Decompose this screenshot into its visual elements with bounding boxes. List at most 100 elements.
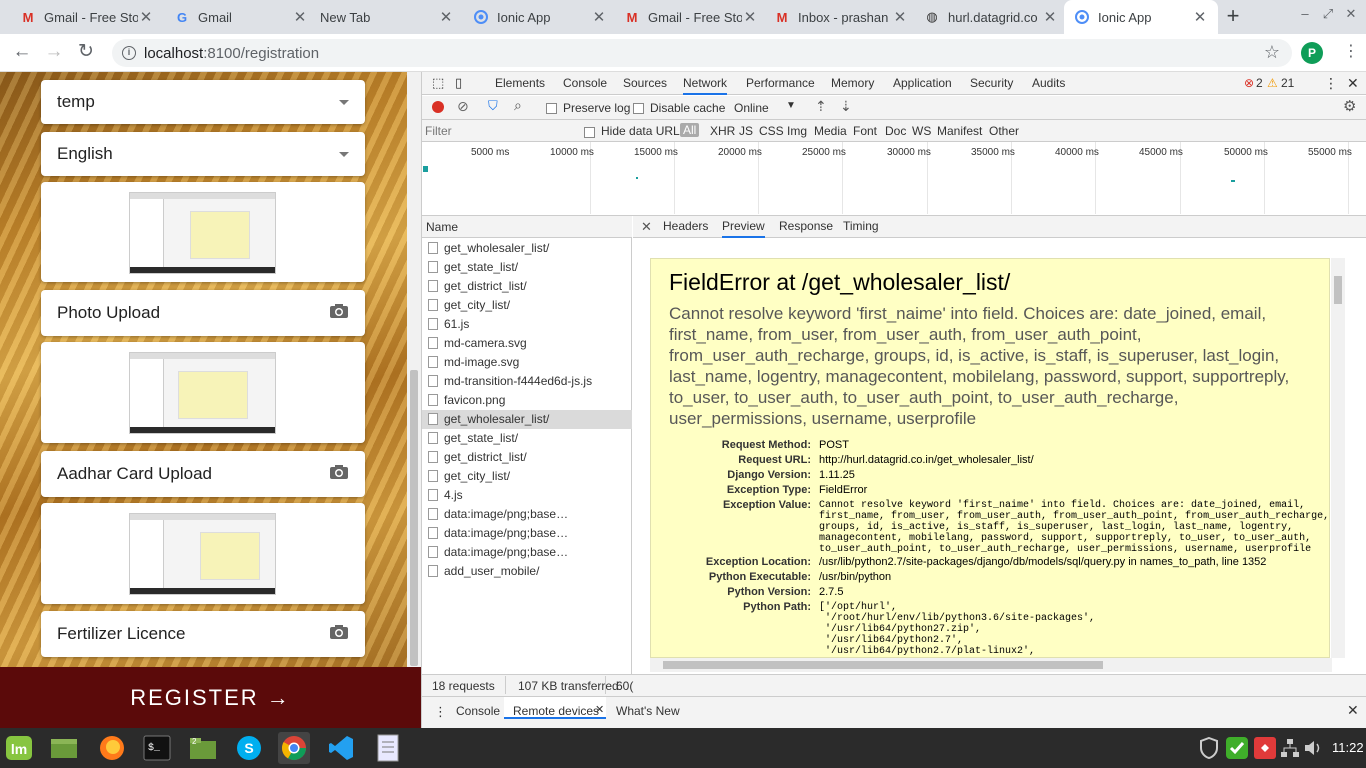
request-row[interactable]: md-camera.svg: [422, 334, 632, 353]
close-icon[interactable]: ✕: [1042, 8, 1058, 26]
close-icon[interactable]: ✕: [591, 8, 607, 26]
preserve-log-checkbox[interactable]: [546, 101, 557, 115]
warning-count[interactable]: 21: [1281, 72, 1294, 95]
device-toolbar-icon[interactable]: ▯: [455, 72, 462, 95]
filter-type-ws[interactable]: WS: [912, 124, 931, 138]
record-icon[interactable]: [432, 101, 444, 113]
request-row[interactable]: get_state_list/: [422, 258, 632, 277]
firefox-icon[interactable]: [96, 732, 128, 764]
avatar[interactable]: P: [1301, 42, 1323, 64]
request-row[interactable]: add_user_mobile/: [422, 562, 632, 581]
filter-type-all[interactable]: All: [680, 123, 700, 137]
tab-gmail-2[interactable]: G Gmail ✕: [164, 0, 318, 34]
app-scrollbar-thumb[interactable]: [410, 370, 418, 666]
back-icon[interactable]: ←: [9, 41, 35, 65]
new-tab-button[interactable]: +: [1221, 4, 1245, 30]
text-editor-icon[interactable]: [372, 732, 404, 764]
camera-icon[interactable]: [329, 624, 349, 645]
tab-audits[interactable]: Audits: [1032, 72, 1065, 95]
menu-kebab-icon[interactable]: ⋮: [1338, 41, 1364, 65]
tab-gmail-1[interactable]: M Gmail - Free Sto ✕: [10, 0, 164, 34]
tab-inbox[interactable]: M Inbox - prashan ✕: [764, 0, 918, 34]
aadhar-upload-row[interactable]: Aadhar Card Upload: [41, 451, 365, 497]
request-row[interactable]: data:image/png;base…: [422, 505, 632, 524]
vscode-icon[interactable]: [325, 732, 357, 764]
request-row[interactable]: get_state_list/: [422, 429, 632, 448]
filter-type-css[interactable]: CSS: [759, 124, 784, 138]
show-desktop-icon[interactable]: [48, 732, 80, 764]
filter-type-xhr[interactable]: XHR: [710, 124, 735, 138]
tab-ionic-1[interactable]: Ionic App ✕: [463, 0, 617, 34]
volume-icon[interactable]: [1297, 732, 1329, 764]
tab-gmail-3[interactable]: M Gmail - Free Sto ✕: [614, 0, 768, 34]
tab-response[interactable]: Response: [779, 216, 833, 238]
name-column-header[interactable]: Name: [422, 216, 632, 238]
error-count[interactable]: 2: [1256, 72, 1263, 95]
tab-new-tab[interactable]: New Tab ✕: [310, 0, 464, 34]
tab-memory[interactable]: Memory: [831, 72, 874, 95]
request-row[interactable]: data:image/png;base…: [422, 524, 632, 543]
request-row[interactable]: data:image/png;base…: [422, 543, 632, 562]
tab-headers[interactable]: Headers: [663, 216, 708, 238]
settings-gear-icon[interactable]: ⚙: [1343, 97, 1356, 115]
devtools-menu-icon[interactable]: ⋮: [1324, 72, 1338, 95]
network-timeline-overview[interactable]: 5000 ms 10000 ms 15000 ms 20000 ms 25000…: [422, 142, 1366, 216]
devtools-close-icon[interactable]: ✕: [1347, 72, 1359, 95]
close-detail-icon[interactable]: ✕: [641, 216, 652, 238]
filter-type-js[interactable]: JS: [739, 124, 753, 138]
tab-performance[interactable]: Performance: [746, 72, 815, 95]
register-button[interactable]: REGISTER →: [0, 667, 421, 728]
close-icon[interactable]: ✕: [438, 8, 454, 26]
filter-type-font[interactable]: Font: [853, 124, 877, 138]
drawer-tab-remote-devices[interactable]: Remote devices: [513, 704, 599, 718]
minimize-icon[interactable]: –: [1294, 6, 1316, 26]
tab-timing[interactable]: Timing: [843, 216, 879, 238]
request-row[interactable]: md-image.svg: [422, 353, 632, 372]
clear-icon[interactable]: ⊘: [457, 98, 469, 115]
files-icon[interactable]: 2: [187, 732, 219, 764]
inspect-element-icon[interactable]: ⬚: [432, 72, 444, 95]
tab-hurl[interactable]: ◍ hurl.datagrid.co ✕: [914, 0, 1068, 34]
request-row[interactable]: get_city_list/: [422, 296, 632, 315]
tab-elements[interactable]: Elements: [495, 72, 545, 95]
drawer-tab-console[interactable]: Console: [456, 704, 500, 718]
close-icon[interactable]: ✕: [138, 8, 154, 26]
tab-console[interactable]: Console: [563, 72, 607, 95]
tab-sources[interactable]: Sources: [623, 72, 667, 95]
chrome-icon[interactable]: [278, 732, 310, 764]
camera-icon[interactable]: [329, 303, 349, 324]
request-row[interactable]: md-transition-f444ed6d-js.js: [422, 372, 632, 391]
bookmark-star-icon[interactable]: ☆: [1259, 41, 1285, 65]
close-icon[interactable]: ✕: [892, 8, 908, 26]
reload-icon[interactable]: ↻: [73, 41, 99, 65]
mint-menu-icon[interactable]: lm: [3, 732, 35, 764]
tab-security[interactable]: Security: [970, 72, 1013, 95]
preview-vertical-scrollbar-thumb[interactable]: [1334, 276, 1342, 304]
hide-data-urls-checkbox[interactable]: [584, 125, 595, 139]
request-row[interactable]: favicon.png: [422, 391, 632, 410]
request-row[interactable]: get_district_list/: [422, 448, 632, 467]
request-row[interactable]: get_wholesaler_list/: [422, 410, 632, 429]
request-row[interactable]: get_city_list/: [422, 467, 632, 486]
photo-upload-row[interactable]: Photo Upload: [41, 290, 365, 336]
info-icon[interactable]: i: [122, 46, 136, 60]
preview-vertical-scrollbar[interactable]: [1331, 258, 1345, 658]
export-har-icon[interactable]: ⇣: [840, 98, 852, 115]
tab-application[interactable]: Application: [893, 72, 952, 95]
window-close-icon[interactable]: ✕: [1340, 6, 1362, 26]
clock[interactable]: 11:22: [1332, 740, 1364, 755]
drawer-tab-whats-new[interactable]: What's New: [616, 704, 680, 718]
tab-preview[interactable]: Preview: [722, 216, 765, 238]
close-icon[interactable]: ✕: [742, 8, 758, 26]
skype-icon[interactable]: S: [233, 732, 265, 764]
tab-ionic-active[interactable]: Ionic App ✕: [1064, 0, 1218, 34]
select-language[interactable]: English: [41, 132, 365, 176]
disable-cache-checkbox[interactable]: [633, 101, 644, 115]
filter-icon[interactable]: ⛉: [488, 98, 498, 114]
request-row[interactable]: 4.js: [422, 486, 632, 505]
filter-type-other[interactable]: Other: [989, 124, 1019, 138]
fertilizer-licence-upload-row[interactable]: Fertilizer Licence: [41, 611, 365, 657]
import-har-icon[interactable]: ⇡: [815, 98, 827, 115]
close-icon[interactable]: ✕: [292, 8, 308, 26]
select-temp[interactable]: temp: [41, 80, 365, 124]
